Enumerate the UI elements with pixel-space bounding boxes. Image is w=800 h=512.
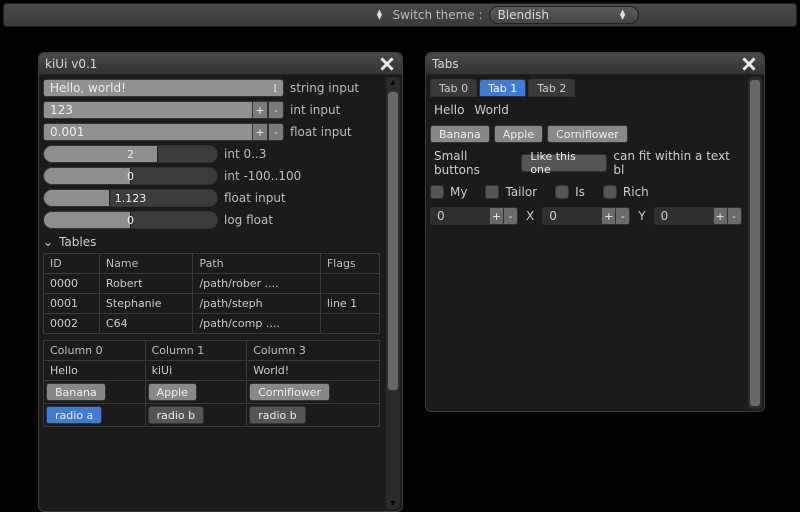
tree-header[interactable]: ⌄ Tables [43, 235, 380, 249]
minus-button: - [616, 207, 630, 225]
table-1: ID Name Path Flags 0000Robert/path/rober… [43, 253, 380, 334]
table-row: Hello kiUi World! [44, 361, 380, 381]
inline-text: Small buttons [434, 149, 515, 177]
slider-log[interactable]: 0 [43, 211, 218, 229]
tag-button[interactable]: Corniflower [249, 383, 330, 401]
radio-button[interactable]: radio b [148, 406, 205, 424]
minus-button: - [504, 207, 518, 225]
table-row: radio a radio b radio b [44, 404, 380, 427]
plus-button[interactable]: + [252, 123, 268, 141]
tag-button[interactable]: Corniflower [547, 125, 628, 143]
float-stepper[interactable]: 0.001 + - [43, 123, 284, 141]
slider-range[interactable]: 0 [43, 167, 218, 185]
hello-text: Hello [434, 103, 464, 117]
table-header-row: ID Name Path Flags [44, 254, 380, 274]
slider-label: int 0..3 [224, 147, 266, 161]
table-row: Banana Apple Corniflower [44, 381, 380, 404]
slider-label: int -100..100 [224, 169, 301, 183]
scrollbar[interactable]: ▴ ▾ [386, 77, 400, 509]
chevron-down-icon: ⌄ [43, 235, 53, 249]
plus-button: + [490, 207, 504, 225]
col-flags[interactable]: Flags [320, 254, 379, 274]
tag-button[interactable]: Apple [148, 383, 197, 401]
minus-button: - [728, 207, 742, 225]
tab-0[interactable]: Tab 0 [430, 79, 477, 97]
scrollbar[interactable] [748, 77, 762, 409]
axis-x-label: X [526, 209, 534, 223]
y-stepper[interactable]: 0+- [542, 207, 630, 225]
axis-y-label: Y [638, 209, 645, 223]
checkbox-is[interactable]: Is [555, 185, 585, 199]
x-stepper[interactable]: 0+- [430, 207, 518, 225]
theme-select[interactable]: Blendish ▲▼ [489, 6, 639, 24]
col-name[interactable]: Name [99, 254, 193, 274]
slider-int[interactable]: 2 [43, 145, 218, 163]
table-row: 0002C64/path/comp .... [44, 314, 380, 334]
theme-label: Switch theme : [392, 8, 482, 22]
tag-button[interactable]: Banana [430, 125, 490, 143]
inline-text: can fit within a text bl [613, 149, 742, 177]
checkbox-icon [555, 185, 569, 199]
window-kiui: kiUi v0.1 Hello, world!I string input 12… [38, 52, 403, 512]
tab-1[interactable]: Tab 1 [479, 79, 526, 97]
text-cursor-icon: I [273, 81, 277, 96]
table-header-row: Column 0 Column 1 Column 3 [44, 341, 380, 361]
checkbox-my[interactable]: My [430, 185, 467, 199]
string-input-label: string input [290, 81, 380, 95]
z-stepper[interactable]: 0+- [654, 207, 742, 225]
close-icon[interactable] [740, 55, 758, 73]
close-icon[interactable] [378, 55, 396, 73]
plus-button[interactable]: + [252, 101, 268, 119]
window-title: Tabs [432, 57, 740, 71]
slider-label: float input [224, 191, 286, 205]
tab-2[interactable]: Tab 2 [528, 79, 575, 97]
col-id[interactable]: ID [44, 254, 100, 274]
float-input-label: float input [290, 125, 380, 139]
checkbox-tailor[interactable]: Tailor [485, 185, 537, 199]
checkbox-icon [485, 185, 499, 199]
int-input-label: int input [290, 103, 380, 117]
theme-value: Blendish [498, 8, 616, 22]
updown-icon[interactable]: ▲▼ [372, 10, 386, 20]
chevron-updown-icon: ▲▼ [616, 10, 630, 20]
tag-button[interactable]: Banana [46, 383, 106, 401]
minus-button[interactable]: - [268, 101, 284, 119]
inline-button[interactable]: Like this one [521, 154, 607, 172]
plus-button: + [714, 207, 728, 225]
checkbox-icon [430, 185, 444, 199]
checkbox-rich[interactable]: Rich [603, 185, 649, 199]
minus-button[interactable]: - [268, 123, 284, 141]
table-row: 0000Robert/path/rober .... [44, 274, 380, 294]
window-title: kiUi v0.1 [45, 57, 378, 71]
slider-label: log float [224, 213, 273, 227]
table-row: 0001Stephanie/path/stephline 1 [44, 294, 380, 314]
radio-button[interactable]: radio b [249, 406, 306, 424]
string-input[interactable]: Hello, world!I [43, 79, 284, 97]
table-2: Column 0 Column 1 Column 3 Hello kiUi Wo… [43, 340, 380, 427]
slider-float[interactable]: 1.123 [43, 189, 218, 207]
col-path[interactable]: Path [193, 254, 320, 274]
int-stepper[interactable]: 123 + - [43, 101, 284, 119]
tabstrip: Tab 0 Tab 1 Tab 2 [430, 79, 742, 97]
plus-button: + [602, 207, 616, 225]
tag-button[interactable]: Apple [494, 125, 543, 143]
checkbox-icon [603, 185, 617, 199]
radio-button[interactable]: radio a [46, 406, 102, 424]
window-tabs: Tabs Tab 0 Tab 1 Tab 2 Hello World Banan… [425, 52, 765, 412]
world-text: World [474, 103, 508, 117]
scroll-up-icon[interactable]: ▴ [386, 77, 400, 88]
top-toolbar: ▲▼ Switch theme : Blendish ▲▼ [3, 3, 797, 27]
